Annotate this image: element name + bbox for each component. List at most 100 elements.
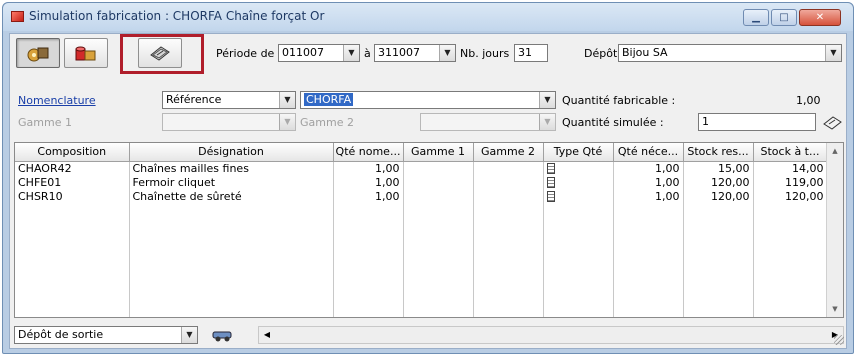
periode-from-value: 011007: [282, 46, 324, 59]
depot-combo[interactable]: Bijou SA ▼: [618, 44, 842, 62]
gamme1-combo[interactable]: ▼: [162, 113, 296, 131]
components-button[interactable]: [16, 38, 60, 68]
periode-to-combo[interactable]: 311007 ▼: [374, 44, 456, 62]
quantite-fabricable-label: Quantité fabricable :: [562, 94, 676, 107]
reference-type-value: Référence: [166, 93, 222, 106]
cell-qte-nomenclature: 1,00: [333, 175, 404, 190]
close-button[interactable]: ✕: [799, 9, 841, 26]
cell-qte-nomenclature: 1,00: [333, 161, 404, 176]
cell-gamme1: [403, 161, 474, 176]
gamme2-combo[interactable]: ▼: [420, 113, 556, 131]
table-row[interactable]: CHFE01 Fermoir cliquet 1,00 1,00 120,00 …: [15, 175, 828, 190]
horizontal-scrollbar[interactable]: ◀ ▶: [258, 326, 844, 344]
periode-label: Période de: [216, 47, 275, 60]
quantity-type-icon: [546, 177, 555, 188]
calculate-icon: [150, 46, 170, 61]
col-gamme2[interactable]: Gamme 2: [473, 143, 544, 162]
quantite-fabricable-value: 1,00: [796, 94, 821, 107]
chevron-down-icon[interactable]: ▼: [539, 92, 555, 108]
cell-qte-nomenclature: 1,00: [333, 189, 404, 204]
scroll-left-icon[interactable]: ◀: [259, 327, 275, 343]
scroll-down-icon[interactable]: ▼: [827, 301, 843, 317]
car-icon: [212, 331, 232, 342]
cell-stock-a-terme: 14,00: [753, 161, 828, 176]
cell-stock-reserve: 15,00: [683, 161, 754, 176]
calculate-button[interactable]: [138, 38, 182, 68]
app-icon: [11, 11, 24, 22]
cell-designation: Chaînes mailles fines: [129, 161, 334, 176]
periode-to-label: à: [364, 47, 371, 60]
minimize-button[interactable]: ▁: [743, 9, 769, 26]
col-stock-reserve[interactable]: Stock res...: [683, 143, 754, 162]
col-type-qte[interactable]: Type Qté: [543, 143, 614, 162]
cell-gamme1: [403, 189, 474, 204]
table-row[interactable]: CHAOR42 Chaînes mailles fines 1,00 1,00 …: [15, 161, 828, 176]
quantity-type-icon: [546, 191, 555, 202]
empty-area: [15, 203, 828, 317]
scroll-up-icon[interactable]: ▲: [827, 143, 843, 159]
col-composition[interactable]: Composition: [15, 143, 130, 162]
vehicle-button[interactable]: [210, 327, 236, 343]
col-gamme1[interactable]: Gamme 1: [403, 143, 474, 162]
quantity-type-icon: [546, 163, 555, 174]
quantite-simulee-label: Quantité simulée :: [562, 116, 664, 129]
simulate-button[interactable]: [822, 112, 844, 132]
chevron-down-icon[interactable]: ▼: [279, 92, 295, 108]
stock-boxes-icon: [75, 46, 96, 61]
chevron-down-icon[interactable]: ▼: [825, 45, 841, 61]
chevron-down-icon[interactable]: ▼: [181, 327, 197, 343]
cell-composition: CHSR10: [15, 189, 130, 204]
vertical-scrollbar[interactable]: ▲ ▼: [826, 143, 843, 317]
gamme2-label: Gamme 2: [300, 116, 354, 129]
nb-jours-label: Nb. jours: [460, 47, 510, 60]
cell-qte-necessaire: 1,00: [613, 161, 684, 176]
depot-sortie-value: Dépôt de sortie: [18, 328, 104, 341]
col-stock-a-terme[interactable]: Stock à t...: [753, 143, 828, 162]
col-qte-nomenclature[interactable]: Qté nome...: [333, 143, 404, 162]
cell-stock-reserve: 120,00: [683, 175, 754, 190]
periode-from-combo[interactable]: 011007 ▼: [278, 44, 360, 62]
cell-qte-necessaire: 1,00: [613, 189, 684, 204]
stock-boxes-button[interactable]: [64, 38, 108, 68]
cell-composition: CHAOR42: [15, 161, 130, 176]
cell-designation: Fermoir cliquet: [129, 175, 334, 190]
maximize-button[interactable]: □: [771, 9, 797, 26]
cell-stock-reserve: 120,00: [683, 189, 754, 204]
col-designation[interactable]: Désignation: [129, 143, 334, 162]
cell-gamme2: [473, 161, 544, 176]
cell-gamme1: [403, 175, 474, 190]
col-qte-necessaire[interactable]: Qté néce...: [613, 143, 684, 162]
cell-composition: CHFE01: [15, 175, 130, 190]
cell-gamme2: [473, 189, 544, 204]
cell-stock-a-terme: 120,00: [753, 189, 828, 204]
status-bar: Dépôt de sortie ▼ ◀ ▶: [14, 325, 844, 345]
chevron-down-icon[interactable]: ▼: [343, 45, 359, 61]
nb-jours-input[interactable]: 31: [514, 44, 548, 62]
table-row[interactable]: CHSR10 Chaînette de sûreté 1,00 1,00 120…: [15, 189, 828, 204]
gamme1-label: Gamme 1: [18, 116, 72, 129]
depot-sortie-combo[interactable]: Dépôt de sortie ▼: [14, 326, 198, 344]
depot-value: Bijou SA: [622, 46, 668, 59]
cell-type-qte: [543, 175, 614, 190]
cell-type-qte: [543, 189, 614, 204]
client-area: Période de 011007 ▼ à 311007 ▼ Nb. jours…: [9, 33, 847, 349]
chevron-down-icon[interactable]: ▼: [279, 114, 295, 130]
components-icon: [27, 47, 49, 62]
reference-value-combo[interactable]: CHORFA ▼: [300, 91, 556, 109]
composition-grid: Composition Désignation Qté nome... Gamm…: [14, 142, 844, 318]
cell-qte-necessaire: 1,00: [613, 175, 684, 190]
chevron-down-icon[interactable]: ▼: [539, 114, 555, 130]
cell-type-qte: [543, 161, 614, 176]
window-title: Simulation fabrication : CHORFA Chaîne f…: [29, 9, 325, 23]
simulation-window: Simulation fabrication : CHORFA Chaîne f…: [2, 2, 854, 354]
chevron-down-icon[interactable]: ▼: [439, 45, 455, 61]
reference-type-combo[interactable]: Référence ▼: [162, 91, 296, 109]
cell-designation: Chaînette de sûreté: [129, 189, 334, 204]
cell-stock-a-terme: 119,00: [753, 175, 828, 190]
quantite-simulee-input[interactable]: 1: [698, 113, 816, 131]
periode-to-value: 311007: [378, 46, 420, 59]
resize-grip-icon[interactable]: [834, 335, 844, 345]
cell-gamme2: [473, 175, 544, 190]
reference-value: CHORFA: [304, 93, 354, 106]
nomenclature-link[interactable]: Nomenclature: [18, 94, 96, 107]
